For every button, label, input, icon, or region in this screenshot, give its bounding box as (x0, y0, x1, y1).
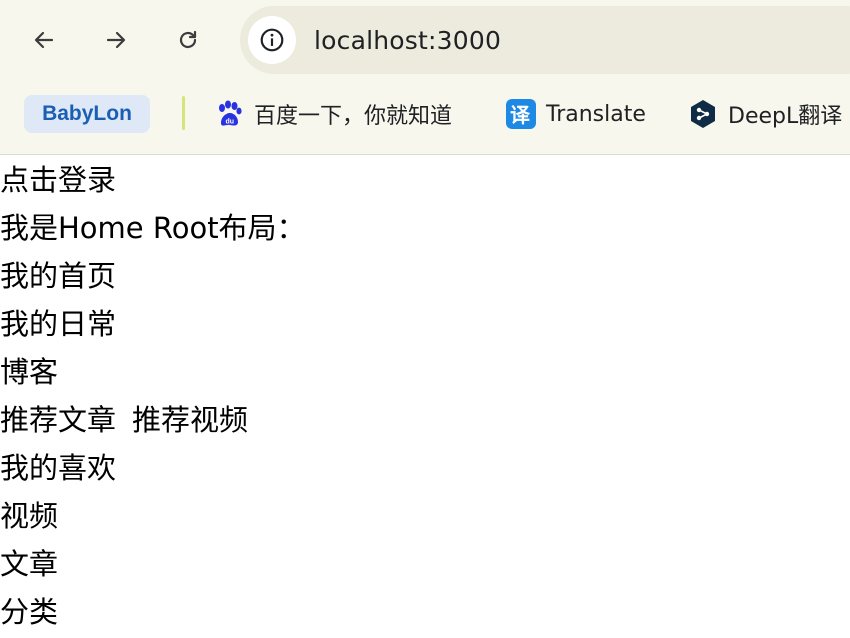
bookmark-baidu-label: 百度一下，你就知道 (254, 104, 453, 129)
translate-icon: 译 (506, 99, 536, 129)
info-icon (260, 28, 284, 52)
arrow-left-icon (34, 31, 54, 49)
nav-recommended-videos[interactable]: 推荐视频 (132, 396, 248, 444)
arrow-right-icon (106, 31, 126, 49)
bookmark-deepl-label: DeepL翻译 (728, 104, 843, 129)
bookmark-separator (182, 96, 185, 130)
nav-recommended-articles[interactable]: 推荐文章 (0, 396, 116, 444)
browser-toolbar: localhost:3000 (0, 0, 850, 80)
bookmark-translate-label: Translate (546, 101, 646, 127)
bookmark-babylon[interactable]: BabyLon (24, 95, 150, 133)
nav-blog[interactable]: 博客 (0, 348, 58, 396)
bookmark-babylon-label: BabyLon (42, 102, 132, 125)
login-link[interactable]: 点击登录 (0, 156, 116, 204)
site-info-button[interactable] (248, 16, 296, 64)
layout-label: 我是Home Root布局： (0, 211, 306, 245)
svg-text:du: du (226, 119, 235, 126)
address-bar[interactable]: localhost:3000 (240, 6, 850, 74)
bookmark-deepl[interactable]: DeepL翻译 (688, 94, 842, 134)
nav-my-daily[interactable]: 我的日常 (0, 300, 116, 348)
url-text[interactable]: localhost:3000 (314, 26, 501, 55)
bookmarks-bar: BabyLon du 百度一下，你就知道 译 Translate DeepL翻译 (0, 80, 850, 155)
page-content: 点击登录 我是Home Root布局： 我的首页 我的日常 博客 推荐文章 推荐视… (0, 156, 850, 638)
baidu-paw-icon: du (214, 99, 244, 129)
nav-videos[interactable]: 视频 (0, 492, 58, 540)
nav-articles[interactable]: 文章 (0, 540, 58, 588)
back-button[interactable] (24, 20, 64, 60)
nav-my-home[interactable]: 我的首页 (0, 252, 116, 300)
reload-icon (179, 30, 197, 49)
nav-categories[interactable]: 分类 (0, 588, 58, 636)
svg-text:译: 译 (510, 103, 531, 127)
reload-button[interactable] (168, 20, 208, 60)
forward-button[interactable] (96, 20, 136, 60)
deepl-icon (688, 99, 718, 129)
recommend-row: 推荐文章 推荐视频 (0, 396, 264, 444)
bookmark-baidu[interactable]: du 百度一下，你就知道 (214, 94, 452, 134)
nav-my-favorites[interactable]: 我的喜欢 (0, 444, 116, 492)
bookmark-translate[interactable]: 译 Translate (506, 94, 646, 134)
